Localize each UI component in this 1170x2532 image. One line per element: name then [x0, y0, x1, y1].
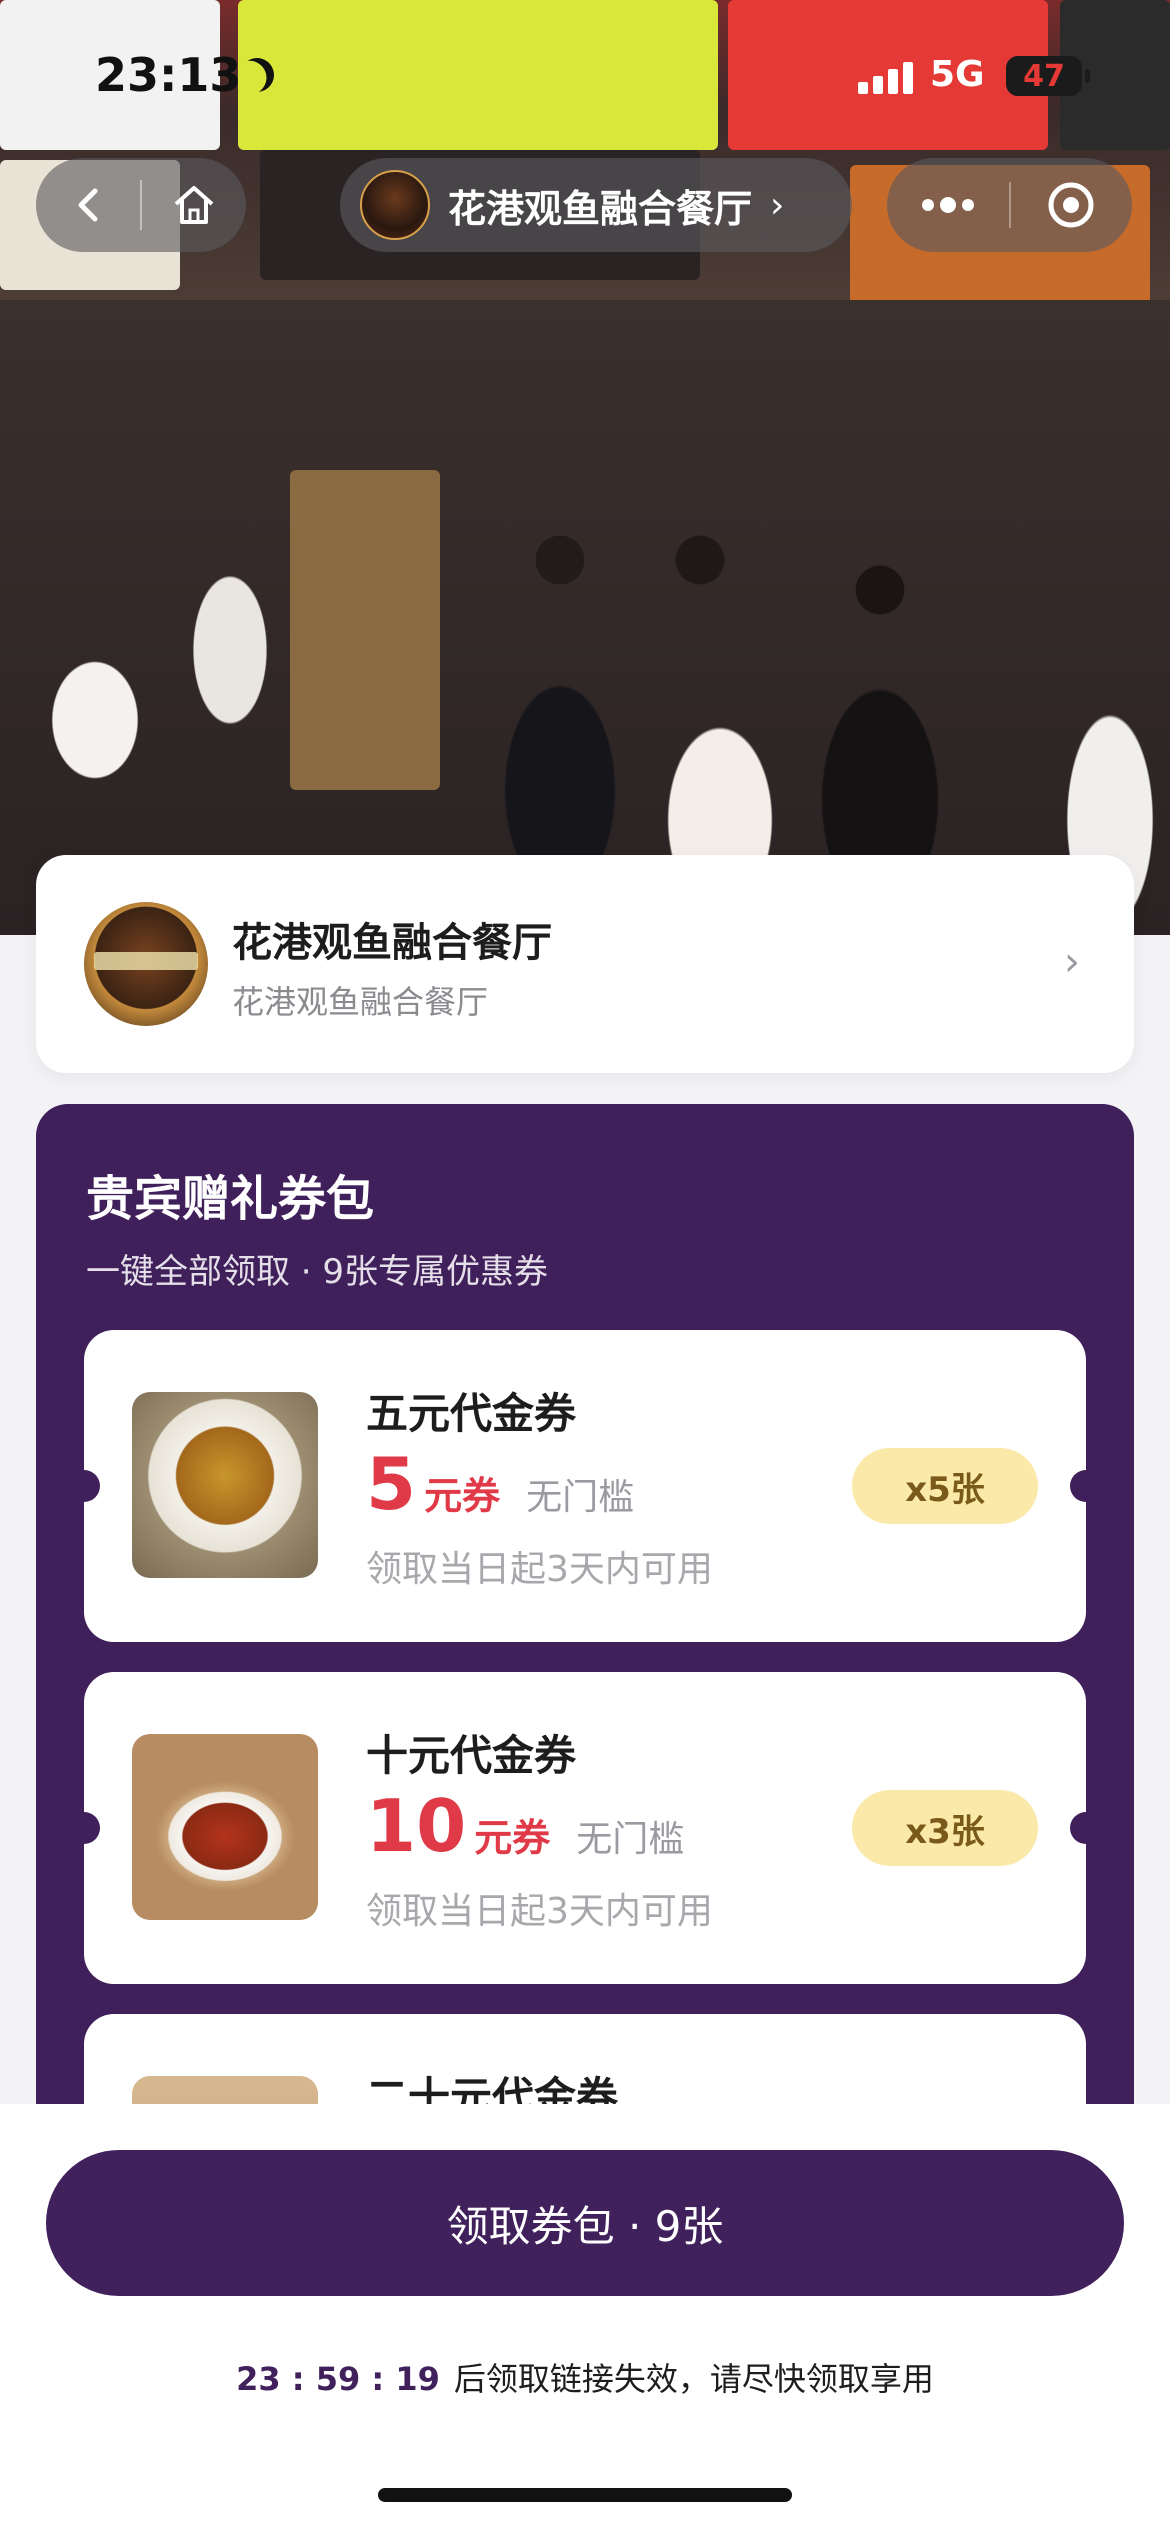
- coupon-card: 十元代金券 10 元券 无门槛 领取当日起3天内可用 x3张: [68, 1672, 1102, 1984]
- coupon-quantity-badge: x5张: [852, 1448, 1038, 1524]
- expiry-notice: 23 : 59 : 19 后领取链接失效，请尽快领取享用: [0, 2354, 1170, 2400]
- more-dots-icon: [921, 197, 974, 213]
- bottom-action-bar: 领取券包 · 9张 23 : 59 : 19 后领取链接失效，请尽快领取享用: [0, 2104, 1170, 2532]
- store-card[interactable]: 花港观鱼融合餐厅 花港观鱼融合餐厅 ›: [36, 855, 1134, 1073]
- home-indicator[interactable]: [378, 2488, 792, 2502]
- coupon-amount-row: 10 元券 无门槛: [366, 1790, 684, 1862]
- coupon-unit: 元券: [474, 1816, 551, 1860]
- target-icon: [1048, 182, 1094, 228]
- coupon-amount-row: 5 元券 无门槛: [366, 1448, 634, 1520]
- home-button[interactable]: [142, 158, 246, 252]
- countdown-timer: 23 : 59 : 19: [236, 2360, 440, 2398]
- battery-icon: 47: [1006, 56, 1090, 96]
- nav-back-home-group: [36, 158, 246, 252]
- coupon-validity: 领取当日起3天内可用: [366, 1891, 713, 1932]
- chevron-right-icon: ›: [1064, 939, 1080, 985]
- coupon-unit: 元券: [424, 1474, 501, 1518]
- close-miniprogram-button[interactable]: [1011, 158, 1133, 252]
- coupon-amount: 10: [366, 1784, 467, 1868]
- coupon-pack: 贵宾赠礼券包 一键全部领取 · 9张专属优惠券 五元代金券 5 元券 无门槛 领…: [36, 1104, 1134, 2326]
- coupon-card: 五元代金券 5 元券 无门槛 领取当日起3天内可用 x5张: [68, 1330, 1102, 1642]
- back-button[interactable]: [36, 158, 140, 252]
- claim-pack-button[interactable]: 领取券包 · 9张: [46, 2150, 1124, 2296]
- pack-title: 贵宾赠礼券包: [86, 1171, 375, 1227]
- coupon-threshold: 无门槛: [526, 1477, 635, 1518]
- coupon-amount: 5: [366, 1442, 417, 1526]
- coupon-validity: 领取当日起3天内可用: [366, 1549, 713, 1590]
- store-subtitle: 花港观鱼融合餐厅: [232, 983, 489, 1021]
- chevron-left-icon: [78, 188, 98, 222]
- hero-counter: [290, 470, 440, 790]
- home-icon: [174, 186, 214, 224]
- shop-switch-pill[interactable]: 花港观鱼融合餐厅 ›: [340, 158, 852, 252]
- pack-subtitle: 一键全部领取 · 9张专属优惠券: [86, 1252, 549, 1292]
- signal-icon: [858, 60, 918, 94]
- chevron-right-icon: ›: [770, 184, 785, 226]
- status-time: 23:13: [95, 48, 242, 102]
- more-button[interactable]: [887, 158, 1009, 252]
- coupon-threshold: 无门槛: [576, 1819, 685, 1860]
- store-hero-photo: [0, 0, 1170, 935]
- network-label: 5G: [930, 54, 985, 95]
- shop-pill-name: 花港观鱼融合餐厅: [448, 186, 753, 231]
- coupon-title: 十元代金券: [366, 1731, 577, 1780]
- coupon-title: 五元代金券: [366, 1389, 577, 1438]
- moon-icon: [235, 53, 279, 97]
- shop-avatar: [360, 170, 430, 240]
- coupon-food-image: [132, 1392, 318, 1578]
- coupon-food-image: [132, 1734, 318, 1920]
- status-bar: 23:13 5G 47: [0, 40, 1170, 120]
- store-name: 花港观鱼融合餐厅: [232, 920, 552, 966]
- store-logo: [84, 902, 208, 1026]
- miniprogram-capsule: [887, 158, 1132, 252]
- coupon-quantity-badge: x3张: [852, 1790, 1038, 1866]
- expiry-text: 后领取链接失效，请尽快领取享用: [453, 2360, 934, 2398]
- hero-crowd: [0, 300, 1170, 935]
